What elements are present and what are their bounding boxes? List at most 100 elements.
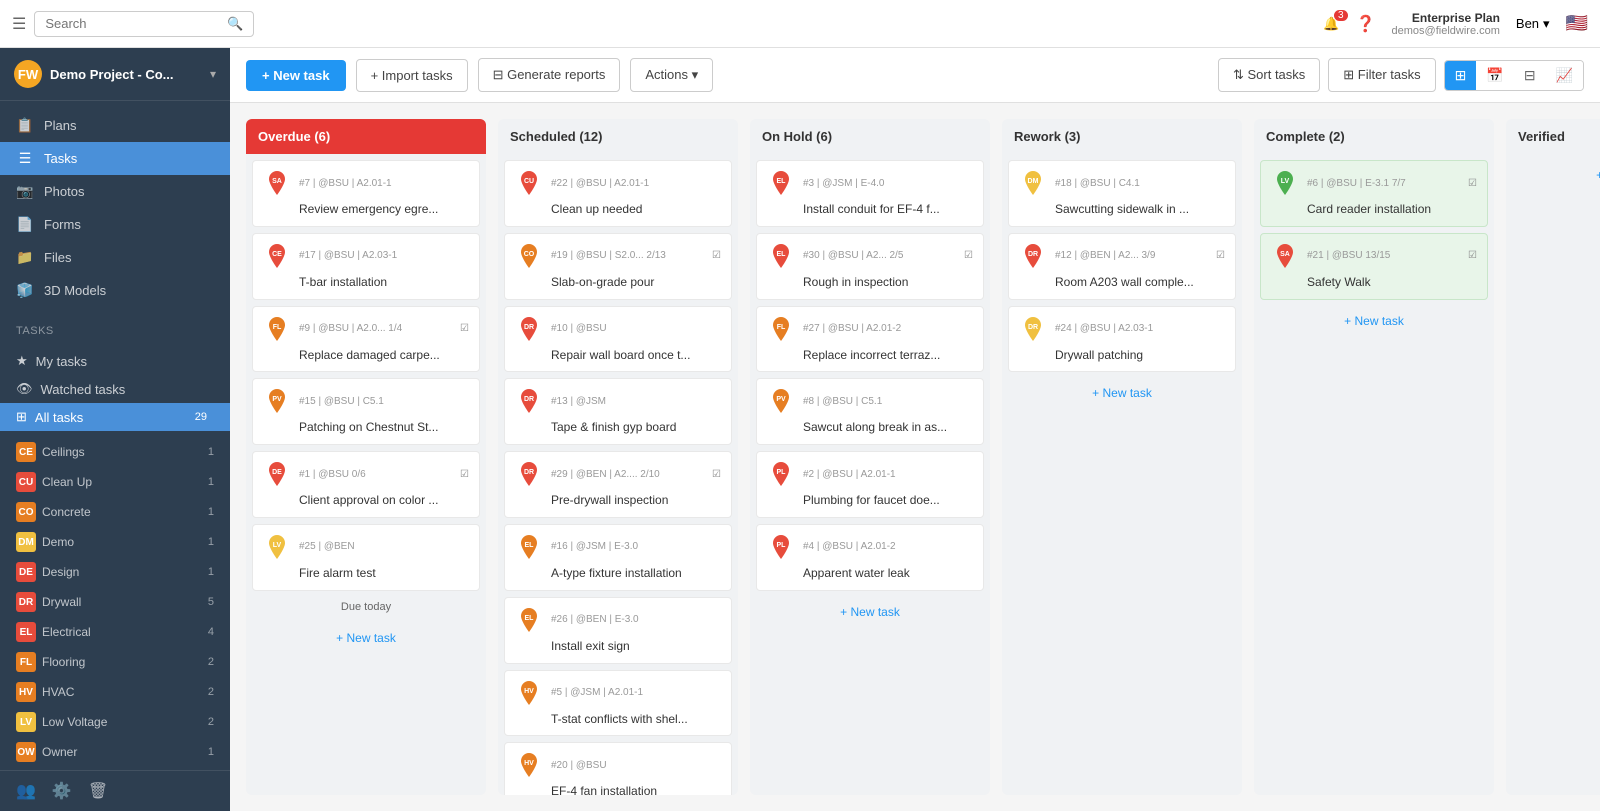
new-task-button-complete[interactable]: + New task [1260,306,1488,336]
search-input[interactable] [45,16,221,31]
task-checklist: ☑ [1468,250,1477,261]
sort-tasks-button[interactable]: ⇅ Sort tasks [1218,58,1320,92]
svg-text:FL: FL [777,323,786,330]
svg-text:EL: EL [777,178,787,185]
sidebar-category-concrete[interactable]: CO Concrete 1 [0,497,230,527]
sidebar-category-electrical[interactable]: EL Electrical 4 [0,617,230,647]
task-card[interactable]: SA #7 | @BSU | A2.01-1 Review emergency … [252,160,480,227]
task-card[interactable]: LV #6 | @BSU | E-3.1 7/7 ☑ Card reader i… [1260,160,1488,227]
task-card[interactable]: FL #9 | @BSU | A2.0... 1/4 ☑ Replace dam… [252,306,480,373]
column-body-overdue: SA #7 | @BSU | A2.01-1 Review emergency … [246,154,486,795]
task-meta: #26 | @BEN | E-3.0 [551,614,721,625]
task-card[interactable]: DE #1 | @BSU 0/6 ☑ Client approval on co… [252,451,480,518]
task-title: Review emergency egre... [263,201,469,218]
svg-text:DR: DR [524,396,534,403]
language-flag[interactable]: 🇺🇸 [1566,13,1588,34]
task-card[interactable]: EL #16 | @JSM | E-3.0 A-type fixture ins… [504,524,732,591]
task-card-header: DM #18 | @BSU | C4.1 [1019,169,1225,197]
task-card[interactable]: HV #5 | @JSM | A2.01-1 T-stat conflicts … [504,670,732,737]
task-checklist: ☑ [1468,178,1477,189]
import-tasks-button[interactable]: + Import tasks [356,59,468,92]
actions-button[interactable]: Actions ▾ [630,58,713,92]
task-title: EF-4 fan installation [515,783,721,795]
task-card[interactable]: EL #26 | @BEN | E-3.0 Install exit sign [504,597,732,664]
sidebar-category-drywall[interactable]: DR Drywall 5 [0,587,230,617]
sidebar-category-flooring[interactable]: FL Flooring 2 [0,647,230,677]
sidebar-category-hvac[interactable]: HV HVAC 2 [0,677,230,707]
task-card-header: PV #8 | @BSU | C5.1 [767,387,973,415]
sidebar-item-files[interactable]: 📁 Files [0,241,230,274]
task-meta: #13 | @JSM [551,396,721,407]
task-card[interactable]: DR #13 | @JSM Tape & finish gyp board [504,378,732,445]
svg-text:CU: CU [524,178,534,185]
task-card[interactable]: LV #25 | @BEN Fire alarm test [252,524,480,591]
sidebar-item-plans[interactable]: 📋 Plans [0,109,230,142]
task-card[interactable]: DR #10 | @BSU Repair wall board once t..… [504,306,732,373]
board-view-button[interactable]: ⊞ [1445,61,1477,90]
sidebar-category-owner[interactable]: OW Owner 1 [0,737,230,767]
sidebar-category-low-voltage[interactable]: LV Low Voltage 2 [0,707,230,737]
task-card[interactable]: SA #21 | @BSU 13/15 ☑ Safety Walk [1260,233,1488,300]
category-label: Electrical [42,625,91,639]
sidebar-item-forms[interactable]: 📄 Forms [0,208,230,241]
project-header[interactable]: FW Demo Project - Co... ▾ [0,48,230,101]
sidebar-category-ceilings[interactable]: CE Ceilings 1 [0,437,230,467]
team-icon[interactable]: 👥 [16,781,36,801]
sidebar-item-watched-tasks[interactable]: 👁 Watched tasks [0,375,230,403]
sidebar-item-my-tasks[interactable]: ★ My tasks [0,347,230,375]
column-header-complete: Complete (2) [1254,119,1494,154]
project-chevron-icon: ▾ [210,67,216,81]
files-icon: 📁 [16,249,34,266]
task-card-header: PL #4 | @BSU | A2.01-2 [767,533,973,561]
task-card[interactable]: CE #17 | @BSU | A2.03-1 T-bar installati… [252,233,480,300]
task-card[interactable]: PV #15 | @BSU | C5.1 Patching on Chestnu… [252,378,480,445]
task-title: Sawcut along break in as... [767,419,973,436]
task-card[interactable]: PL #4 | @BSU | A2.01-2 Apparent water le… [756,524,984,591]
task-card[interactable]: FL #27 | @BSU | A2.01-2 Replace incorrec… [756,306,984,373]
task-card[interactable]: DM #18 | @BSU | C4.1 Sawcutting sidewalk… [1008,160,1236,227]
sidebar-item-photos[interactable]: 📷 Photos [0,175,230,208]
task-card[interactable]: CO #19 | @BSU | S2.0... 2/13 ☑ Slab-on-g… [504,233,732,300]
new-task-button-rework[interactable]: + New task [1008,378,1236,408]
task-card[interactable]: HV #20 | @BSU EF-4 fan installation [504,742,732,795]
user-menu-button[interactable]: Ben ▾ [1516,16,1550,32]
sidebar-item-3d-models[interactable]: 🧊 3D Models [0,274,230,307]
chart-view-button[interactable]: 📈 [1546,61,1583,90]
sidebar-item-all-tasks[interactable]: ⊞ All tasks 29 [0,403,230,431]
task-card[interactable]: EL #30 | @BSU | A2... 2/5 ☑ Rough in ins… [756,233,984,300]
task-title: Drywall patching [1019,347,1225,364]
task-card[interactable]: PL #2 | @BSU | A2.01-1 Plumbing for fauc… [756,451,984,518]
new-task-button-verified[interactable]: + New task [1512,160,1600,190]
board-column-scheduled: Scheduled (12) CU #22 | @BSU | A2.01-1 C… [498,119,738,795]
help-icon[interactable]: ❓ [1356,14,1376,34]
task-card[interactable]: DR #29 | @BEN | A2.... 2/10 ☑ Pre-drywal… [504,451,732,518]
new-task-button-overdue[interactable]: + New task [252,623,480,653]
task-avatar: PL [767,533,795,561]
task-title: Pre-drywall inspection [515,492,721,509]
task-card[interactable]: DR #24 | @BSU | A2.03-1 Drywall patching [1008,306,1236,373]
settings-icon[interactable]: ⚙️ [52,781,72,801]
task-card[interactable]: EL #3 | @JSM | E-4.0 Install conduit for… [756,160,984,227]
hamburger-icon[interactable]: ☰ [12,14,26,34]
task-card[interactable]: PV #8 | @BSU | C5.1 Sawcut along break i… [756,378,984,445]
navbar-left: ☰ 🔍 [12,11,254,37]
column-header-scheduled: Scheduled (12) [498,119,738,154]
sidebar-category-design[interactable]: DE Design 1 [0,557,230,587]
generate-reports-button[interactable]: ⊟ Generate reports [478,58,621,92]
sidebar-item-tasks[interactable]: ☰ Tasks [0,142,230,175]
task-card[interactable]: CU #22 | @BSU | A2.01-1 Clean up needed [504,160,732,227]
filter-tasks-button[interactable]: ⊞ Filter tasks [1328,58,1435,92]
new-task-button[interactable]: + New task [246,60,346,91]
sidebar-category-demo[interactable]: DM Demo 1 [0,527,230,557]
task-avatar: PV [263,387,291,415]
notification-bell[interactable]: 🔔 3 [1323,16,1339,32]
new-task-button-on-hold[interactable]: + New task [756,597,984,627]
list-view-button[interactable]: ⊟ [1514,61,1546,90]
search-box[interactable]: 🔍 [34,11,254,37]
task-card[interactable]: DR #12 | @BEN | A2... 3/9 ☑ Room A203 wa… [1008,233,1236,300]
sidebar-category-clean-up[interactable]: CU Clean Up 1 [0,467,230,497]
all-tasks-icon: ⊞ [16,409,27,425]
category-count: 2 [208,686,214,698]
trash-icon[interactable]: 🗑 [88,781,108,801]
calendar-view-button[interactable]: 📅 [1476,61,1513,90]
